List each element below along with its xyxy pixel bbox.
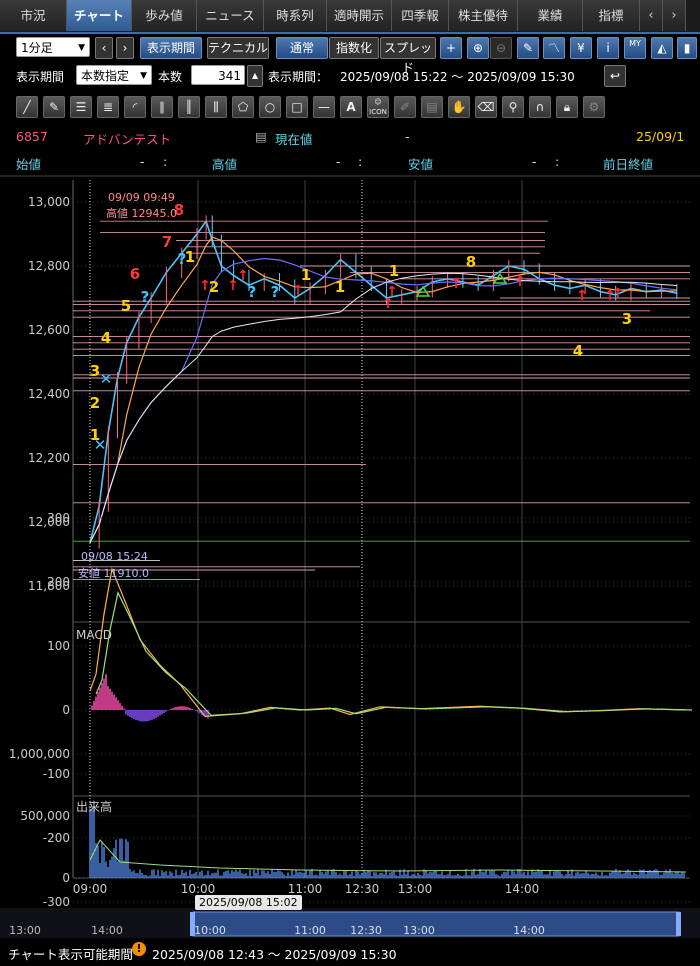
macd-tick-label: 300	[47, 511, 70, 525]
wave-count-label: 5	[121, 297, 131, 315]
navigator-time-label: 13:00	[403, 924, 435, 937]
footer-period: 2025/09/08 12:43 〜 2025/09/09 15:30	[152, 944, 397, 963]
macd-tick-label: 200	[47, 575, 70, 589]
navigator-time-label: 14:00	[91, 924, 123, 937]
question-mark-icon: ?	[248, 283, 257, 301]
cross-signal-icon: ✕	[94, 436, 107, 454]
buy-arrow-icon: ↑	[450, 276, 462, 292]
warning-icon[interactable]: !	[132, 942, 146, 956]
price-tick-label: 12,800	[28, 259, 70, 273]
low-annotation-label: 安値 11910.0	[78, 565, 149, 581]
navigator-tooltip: 2025/09/08 15:02	[195, 895, 302, 910]
navigator-time-label: 14:00	[513, 924, 545, 937]
macd-tick-label: -300	[43, 895, 70, 909]
price-grid: 13,00012,80012,60012,40012,20012,00011,8…	[28, 195, 690, 593]
buy-arrow-icon: ↑	[612, 286, 624, 302]
buy-arrow-icon: ↑	[237, 268, 249, 284]
navigator-time-label: 10:00	[194, 924, 226, 937]
macd-tick-label: -100	[43, 767, 70, 781]
price-line	[90, 221, 677, 543]
wave-count-label: 4	[573, 342, 583, 360]
buy-arrow-icon: ↑	[382, 296, 394, 312]
footer-label: チャート表示可能期間	[8, 944, 133, 963]
time-tick-label: 12:30	[345, 882, 380, 896]
volume-label: 出来高	[76, 798, 112, 815]
buy-arrow-icon: ↑	[199, 278, 211, 294]
high-annotation-date: 09/09 09:49	[108, 191, 175, 204]
wave-count-label: 1	[389, 262, 399, 280]
wave-count-label: 2	[90, 394, 100, 412]
navigator-left-handle	[190, 912, 195, 936]
navigator-right-handle	[676, 912, 681, 936]
wave-count-label: 1	[335, 278, 345, 296]
navigator-time-label: 12:30	[350, 924, 382, 937]
navigator: 13:00 14:00 10:00 11:00 12:30 13:00 14:00	[0, 908, 700, 938]
buy-arrow-icon: ↑	[576, 288, 588, 304]
volume-panel: 1,000,000 500,000 0	[9, 747, 690, 885]
navigator-window	[193, 912, 679, 936]
navigator-time-label: 11:00	[294, 924, 326, 937]
time-tick-label: 14:00	[505, 882, 540, 896]
wave-count-label: 3	[622, 310, 632, 328]
wave-count-label: 4	[101, 329, 111, 347]
volume-average-line	[90, 840, 686, 872]
signal-line	[96, 593, 692, 716]
price-tick-label: 12,600	[28, 323, 70, 337]
volume-tick-label: 0	[62, 871, 70, 885]
volume-tick-label: 500,000	[20, 809, 70, 823]
price-tick-label: 13,000	[28, 195, 70, 209]
question-mark-icon: ?	[271, 283, 280, 301]
time-tick-label: 09:00	[73, 882, 108, 896]
navigator-time-label: 13:00	[9, 924, 41, 937]
price-tick-label: 12,400	[28, 387, 70, 401]
macd-tick-label: -200	[43, 831, 70, 845]
macd-line	[90, 569, 686, 716]
macd-tick-label: 100	[47, 639, 70, 653]
time-tick-label: 11:00	[288, 882, 323, 896]
question-mark-icon: ?	[178, 250, 187, 268]
cross-signal-icon: ✕	[100, 370, 113, 388]
time-tick-label: 10:00	[181, 882, 216, 896]
buy-arrow-icon: ↑	[514, 274, 526, 290]
high-annotation-label: 高値 12945.0	[106, 205, 177, 221]
low-annotation-date: 09/08 15:24	[81, 550, 148, 563]
macd-tick-label: 0	[62, 703, 70, 717]
price-chart[interactable]: 13,00012,80012,60012,40012,20012,00011,8…	[0, 0, 700, 966]
buy-arrow-icon: ↑	[292, 283, 304, 299]
volume-tick-label: 1,000,000	[9, 747, 70, 761]
wave-count-label: 3	[90, 362, 100, 380]
wave-count-label: 6	[130, 265, 140, 283]
price-tick-label: 12,200	[28, 451, 70, 465]
time-axis: 09:00 10:00 11:00 12:30 13:00 14:00	[73, 882, 540, 896]
question-mark-icon: ?	[141, 288, 150, 306]
wave-count-label: 7	[162, 233, 172, 251]
time-tick-label: 13:00	[398, 882, 433, 896]
signal-markers: 1234567812111 834??? ?✕✕↑ ↑↑↑ ↑↑↑ ↑↑ ↑↑	[90, 201, 632, 454]
macd-label: MACD	[76, 628, 112, 642]
wave-count-label: 8	[466, 253, 476, 271]
wave-count-label: 1	[301, 266, 311, 284]
